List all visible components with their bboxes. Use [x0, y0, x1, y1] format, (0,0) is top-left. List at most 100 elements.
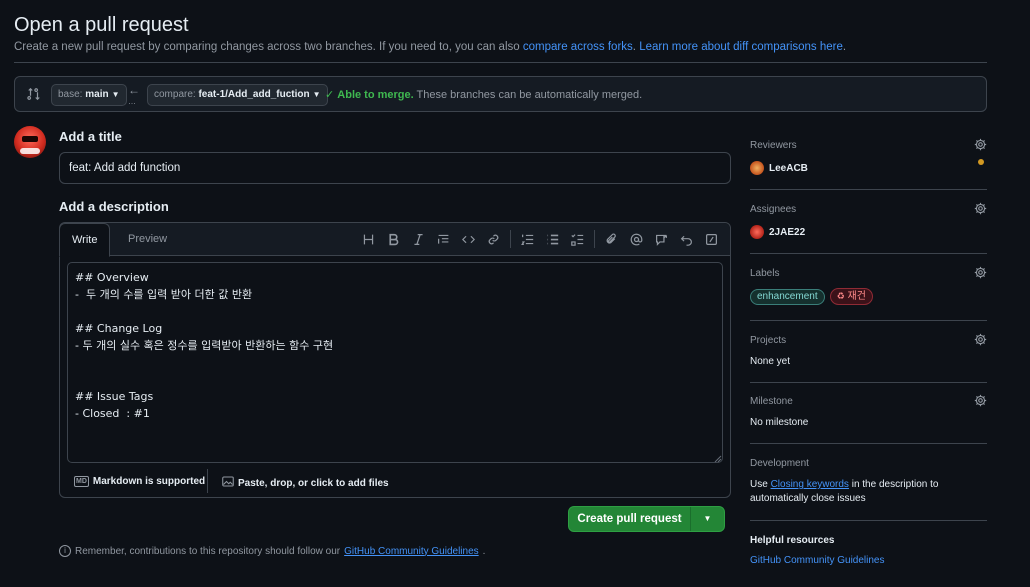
- chevron-down-icon: ▼: [703, 514, 712, 523]
- compare-prefix: compare:: [154, 89, 196, 100]
- gear-icon[interactable]: [974, 138, 987, 151]
- milestone-value: No milestone: [750, 417, 809, 428]
- label-rework[interactable]: ♻ 재건: [829, 288, 873, 305]
- reviewers-title: Reviewers: [750, 140, 797, 151]
- markdown-icon: MD: [74, 476, 89, 487]
- gear-icon[interactable]: [974, 266, 987, 279]
- editor-header: Write Preview: [59, 223, 730, 257]
- create-pull-request-button-group: Create pull request ▼: [568, 506, 725, 532]
- sidebar-divider: [750, 520, 987, 521]
- code-icon[interactable]: [456, 230, 481, 248]
- undo-icon[interactable]: [674, 230, 699, 248]
- labels-title: Labels: [750, 268, 780, 279]
- development-text-prefix: Use: [750, 479, 771, 490]
- projects-value: None yet: [750, 356, 791, 367]
- merge-ok-text: Able to merge.: [337, 89, 414, 101]
- reviewer-avatar: [750, 161, 764, 175]
- label-rework-text: 재건: [847, 291, 866, 302]
- sidebar-divider: [750, 320, 987, 321]
- sidebar-projects: Projects None yet: [750, 333, 987, 367]
- sidebar-divider: [750, 443, 987, 444]
- arrow-left-icon: ←…: [128, 83, 140, 106]
- assignees-title: Assignees: [750, 204, 797, 215]
- italic-icon[interactable]: [406, 230, 431, 248]
- quote-icon[interactable]: [431, 230, 456, 248]
- description-heading: Add a description: [59, 199, 169, 214]
- merge-status: ✓ Able to merge. These branches can be a…: [325, 88, 642, 101]
- title-heading: Add a title: [59, 129, 122, 144]
- base-branch-selector[interactable]: base: main ▼: [51, 84, 127, 106]
- reviewer-name: LeeACB: [769, 162, 808, 174]
- compare-branch-selector[interactable]: compare: feat-1/Add_add_fuction ▼: [147, 84, 328, 106]
- attach-icon[interactable]: [599, 230, 624, 248]
- toolbar-divider: [594, 230, 595, 248]
- guidelines-end: .: [482, 545, 486, 557]
- toolbar-divider: [510, 230, 511, 248]
- help-guidelines-link[interactable]: GitHub Community Guidelines: [750, 555, 885, 566]
- bold-icon[interactable]: [381, 230, 406, 248]
- development-title: Development: [750, 458, 809, 469]
- community-guidelines-link[interactable]: GitHub Community Guidelines: [344, 546, 479, 557]
- compare-bar: base: main ▼ ←… compare: feat-1/Add_add_f…: [14, 76, 987, 112]
- editor-footer: MD Markdown is supported Paste, drop, or…: [60, 469, 730, 497]
- label-enhancement[interactable]: enhancement: [750, 289, 825, 305]
- tab-write[interactable]: Write: [59, 223, 111, 257]
- markdown-toolbar: [356, 230, 724, 248]
- reviewer-item[interactable]: LeeACB: [750, 161, 987, 175]
- sidebar-reviewers: Reviewers LeeACB: [750, 138, 987, 175]
- resize-grip-icon[interactable]: [714, 454, 722, 463]
- assignee-item[interactable]: 2JAE22: [750, 225, 987, 239]
- helpful-resources-title: Helpful resources: [750, 535, 835, 546]
- closing-keywords-link[interactable]: Closing keywords: [771, 479, 849, 490]
- page-title: Open a pull request: [14, 14, 189, 36]
- sidebar-milestone: Milestone No milestone: [750, 394, 987, 428]
- heading-icon[interactable]: [356, 230, 381, 248]
- numbered-list-icon[interactable]: [515, 230, 540, 248]
- markdown-supported-link[interactable]: MD Markdown is supported: [74, 476, 205, 487]
- attach-files-text: Paste, drop, or click to add files: [238, 477, 389, 489]
- sidebar-labels: Labels enhancement ♻ 재건: [750, 266, 987, 305]
- avatar: [14, 126, 46, 158]
- image-icon: [222, 476, 234, 490]
- guidelines-text: Remember, contributions to this reposito…: [75, 545, 341, 557]
- pending-review-icon: [978, 159, 984, 165]
- footer-divider: [207, 469, 208, 493]
- description-textarea[interactable]: ## Overview - 두 개의 수를 입력 받아 더한 값 반환 ## C…: [67, 262, 723, 463]
- sidebar-divider: [750, 382, 987, 383]
- unordered-list-icon[interactable]: [540, 230, 565, 248]
- assignee-avatar: [750, 225, 764, 239]
- sidebar-assignees: Assignees 2JAE22: [750, 202, 987, 239]
- compare-icon: [27, 87, 41, 104]
- base-prefix: base:: [58, 89, 83, 100]
- gear-icon[interactable]: [974, 394, 987, 407]
- description-editor: Write Preview ## Overview - 두 개의 수를 입력 받…: [59, 222, 731, 498]
- guidelines-note: i Remember, contributions to this reposi…: [59, 545, 485, 557]
- merge-status-text: These branches can be automatically merg…: [416, 89, 643, 101]
- sidebar-development: Development Use Closing keywords in the …: [750, 458, 987, 506]
- markdown-supported-text: Markdown is supported: [92, 476, 206, 487]
- tab-preview[interactable]: Preview: [116, 223, 179, 256]
- compare-forks-link[interactable]: compare across forks: [523, 41, 633, 53]
- rework-icon: ♻: [836, 291, 845, 301]
- mention-icon[interactable]: [624, 230, 649, 248]
- chevron-down-icon: ▼: [312, 90, 321, 99]
- sidebar-divider: [750, 253, 987, 254]
- projects-title: Projects: [750, 335, 787, 346]
- sidebar-divider: [750, 189, 987, 190]
- create-pull-request-button[interactable]: Create pull request: [569, 507, 691, 531]
- subtitle-text: Create a new pull request by comparing c…: [14, 41, 523, 53]
- attach-files-button[interactable]: Paste, drop, or click to add files: [222, 476, 389, 490]
- subtitle-end: .: [842, 41, 847, 53]
- create-pr-dropdown-button[interactable]: ▼: [691, 507, 724, 531]
- task-list-icon[interactable]: [565, 230, 590, 248]
- learn-more-link[interactable]: Learn more about diff comparisons here: [639, 41, 843, 53]
- page-subtitle: Create a new pull request by comparing c…: [14, 41, 846, 53]
- gear-icon[interactable]: [974, 202, 987, 215]
- slash-commands-icon[interactable]: [699, 230, 724, 248]
- reference-icon[interactable]: [649, 230, 674, 248]
- gear-icon[interactable]: [974, 333, 987, 346]
- title-input[interactable]: [59, 152, 731, 184]
- check-icon: ✓: [325, 89, 335, 101]
- link-icon[interactable]: [481, 230, 506, 248]
- assignee-name: 2JAE22: [769, 226, 806, 238]
